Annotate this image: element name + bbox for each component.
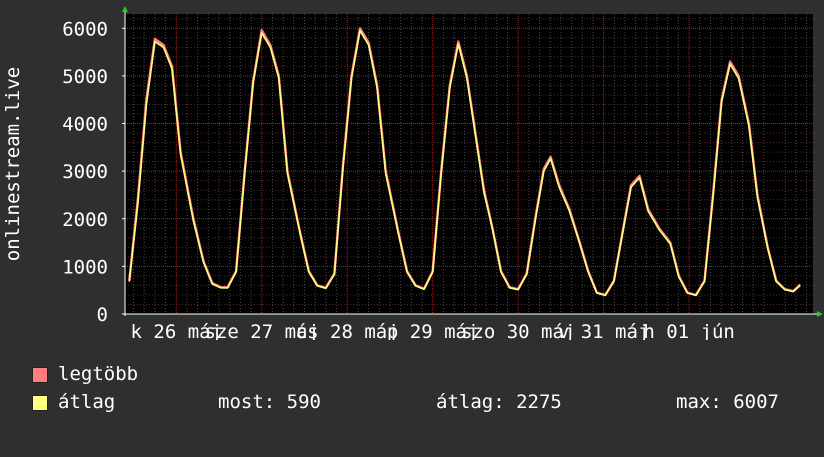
legend-item-max: legtöbb <box>32 363 138 385</box>
y-tick-labels: 0 1000 2000 3000 4000 5000 6000 <box>62 18 108 326</box>
x-tick-labels: k 26 májsze 27 májcs 28 májp 29 májszo 3… <box>131 321 735 340</box>
stat-max: max: 6007 <box>676 391 779 413</box>
y-tick-label: 4000 <box>62 114 108 136</box>
stat-avg: átlag: 2275 <box>436 391 562 413</box>
chart: 0 1000 2000 3000 4000 5000 6000 k 26 májsze 27… <box>2 6 823 340</box>
y-tick-label: 0 <box>97 304 108 326</box>
y-tick-label: 3000 <box>62 161 108 183</box>
y-tick-label: 1000 <box>62 256 108 278</box>
legend-label-avg: átlag <box>58 391 116 413</box>
y-tick-label: 2000 <box>62 209 108 231</box>
y-axis-arrow <box>122 6 128 12</box>
x-tick-label: cs 28 máj <box>296 321 399 340</box>
y-axis-label: onlinestream.live <box>2 67 24 261</box>
legend-item-avg: átlag <box>32 391 115 413</box>
legend-swatch-avg <box>32 395 48 411</box>
plot-background <box>125 14 813 314</box>
legend-swatch-max <box>32 367 48 383</box>
y-tick-label: 5000 <box>62 66 108 88</box>
legend-label-max: legtöbb <box>58 363 139 385</box>
x-tick-label: v 31 máj <box>558 321 650 340</box>
stat-now: most: 590 <box>218 391 321 413</box>
y-tick-label: 6000 <box>62 18 108 40</box>
x-tick-label: h 01 jún <box>643 321 735 340</box>
x-axis-arrow <box>817 311 823 317</box>
